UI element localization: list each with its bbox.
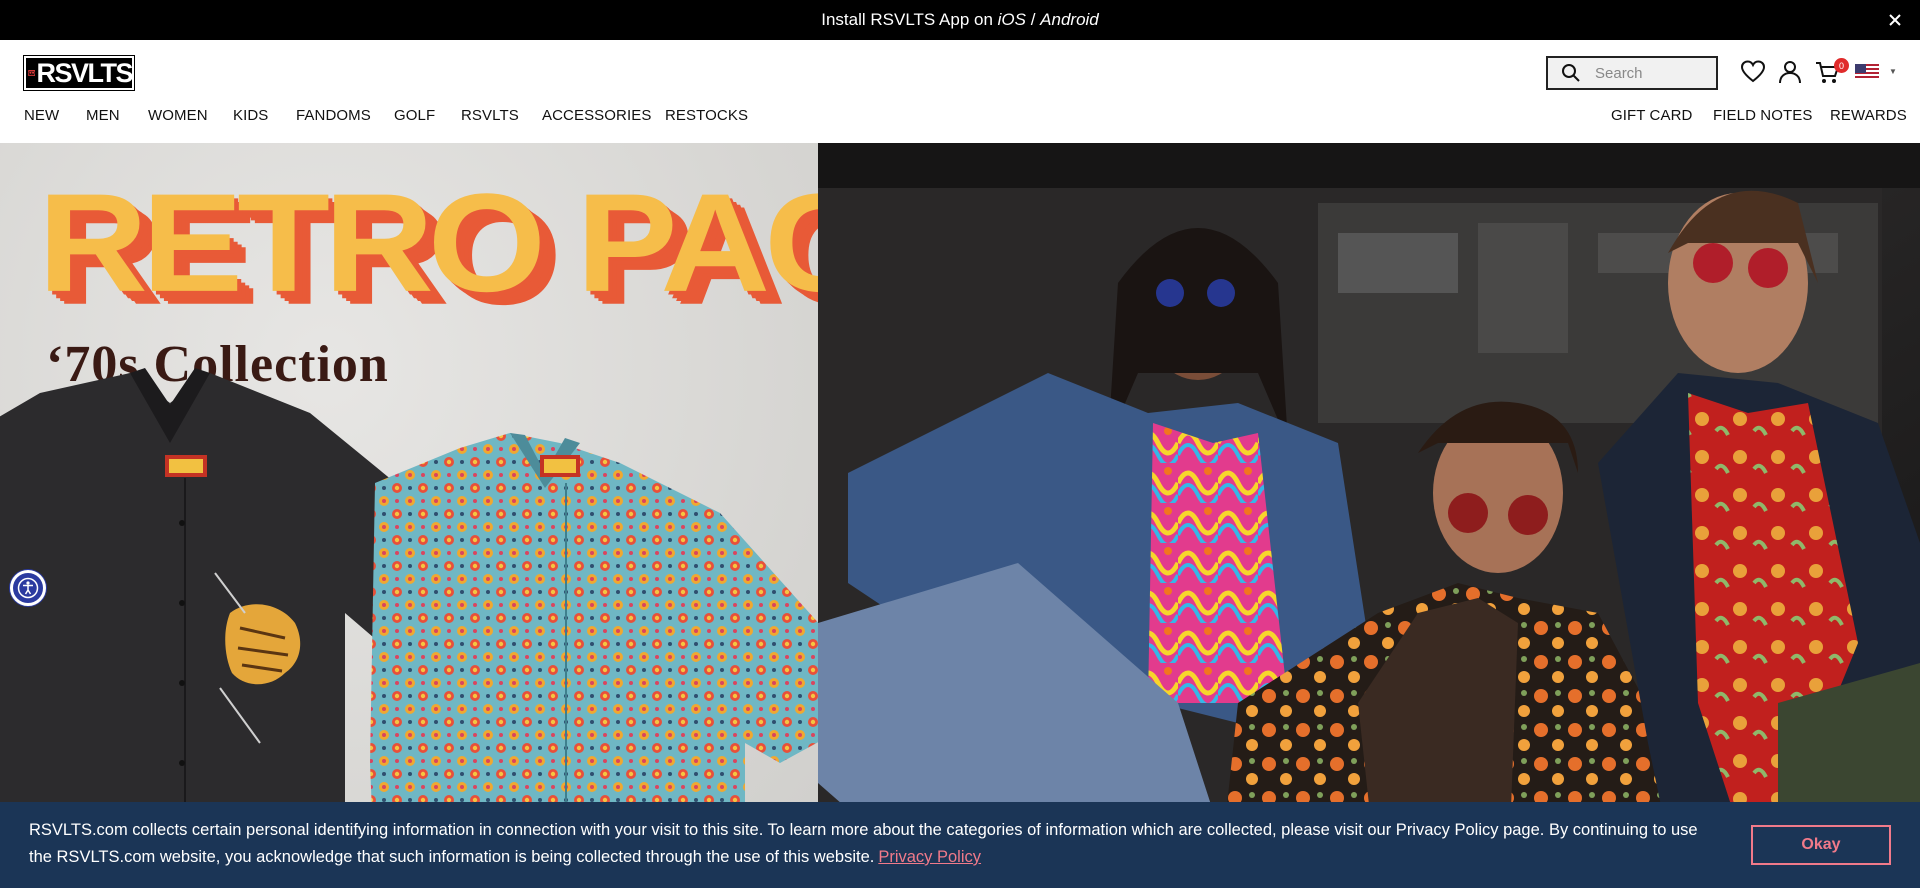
- nav-item-men[interactable]: MEN: [86, 107, 120, 124]
- nav-item-fandoms[interactable]: FANDOMS: [296, 107, 371, 124]
- nav-item-golf[interactable]: GOLF: [394, 107, 435, 124]
- us-flag-icon[interactable]: [1855, 64, 1879, 80]
- ios-link[interactable]: iOS: [998, 10, 1026, 29]
- logo-mark-icon: [28, 70, 36, 76]
- search-box[interactable]: [1546, 56, 1718, 90]
- models-photo: [818, 143, 1920, 888]
- cookie-banner: RSVLTS.com collects certain personal ide…: [0, 802, 1920, 888]
- hero-banner[interactable]: RETRO PACK ‘70s Collection: [0, 143, 1920, 888]
- privacy-policy-link[interactable]: Privacy Policy: [878, 848, 981, 866]
- nav-item-kids[interactable]: KIDS: [233, 107, 268, 124]
- nav-item-new[interactable]: NEW: [24, 107, 59, 124]
- announcement-bar: Install RSVLTS App on iOS / Android: [0, 0, 1920, 40]
- nav-item-rewards[interactable]: REWARDS: [1830, 107, 1907, 124]
- main-nav: NEW MEN WOMEN KIDS FANDOMS GOLF RSVLTS A…: [0, 107, 1920, 127]
- search-icon: [1562, 64, 1580, 82]
- announcement-text[interactable]: Install RSVLTS App on iOS / Android: [821, 10, 1099, 30]
- nav-item-field-notes[interactable]: FIELD NOTES: [1713, 107, 1812, 124]
- account-user-icon[interactable]: [1777, 59, 1803, 85]
- hero-right-panel: [818, 143, 1920, 888]
- nav-item-women[interactable]: WOMEN: [148, 107, 208, 124]
- nav-item-accessories[interactable]: ACCESSORIES: [542, 107, 651, 124]
- cookie-message: RSVLTS.com collects certain personal ide…: [29, 817, 1719, 871]
- nav-item-rsvlts[interactable]: RSVLTS: [461, 107, 519, 124]
- search-input[interactable]: [1595, 64, 1705, 82]
- accessibility-button[interactable]: [10, 570, 46, 606]
- android-link[interactable]: Android: [1040, 10, 1099, 29]
- shirts-image: [0, 368, 818, 888]
- cookie-text: RSVLTS.com collects certain personal ide…: [29, 821, 1698, 866]
- chevron-down-icon[interactable]: ▼: [1889, 67, 1897, 76]
- wishlist-heart-icon[interactable]: [1740, 59, 1766, 85]
- hero-left-panel: RETRO PACK ‘70s Collection: [0, 143, 818, 888]
- cart-count-badge: 0: [1834, 58, 1849, 73]
- close-icon[interactable]: [1884, 9, 1906, 31]
- accessibility-icon: [17, 577, 39, 599]
- nav-item-gift-card[interactable]: GIFT CARD: [1611, 107, 1692, 124]
- nav-item-restocks[interactable]: RESTOCKS: [665, 107, 748, 124]
- okay-button[interactable]: Okay: [1751, 825, 1891, 865]
- site-header: RSVLTS 0 ▼ NEW MEN WOMEN KIDS FANDOMS GO…: [0, 40, 1920, 143]
- announcement-separator: /: [1025, 10, 1041, 29]
- logo-text: RSVLTS: [36, 57, 133, 88]
- logo[interactable]: RSVLTS: [23, 55, 135, 91]
- announcement-prefix: Install RSVLTS App on: [821, 10, 998, 29]
